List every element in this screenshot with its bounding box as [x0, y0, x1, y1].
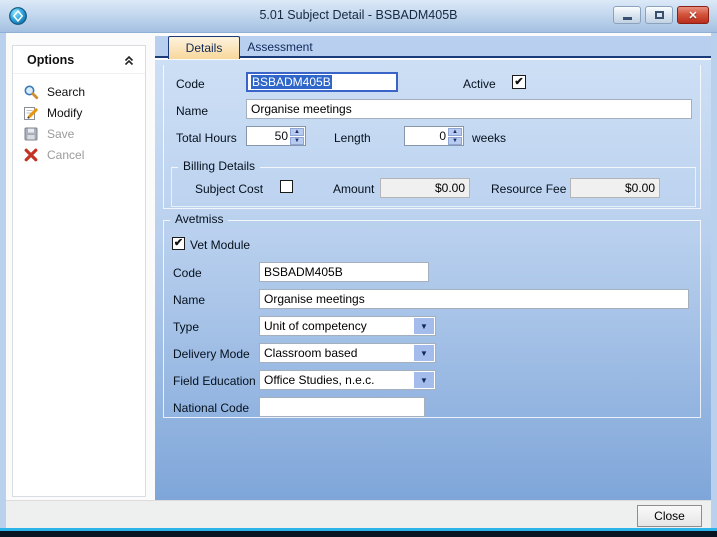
billing-details-legend: Billing Details — [178, 159, 260, 173]
title-bar: 5.01 Subject Detail - BSBADM405B ✕ — [0, 0, 717, 33]
dialog-client-area: Options Search — [6, 33, 711, 528]
amount-value: $0.00 — [435, 181, 465, 195]
options-panel: Options Search — [12, 45, 146, 497]
code-field[interactable]: BSBADM405B — [246, 72, 398, 92]
total-hours-spin-down-button[interactable]: ▼ — [290, 137, 304, 145]
avetmiss-name-value: Organise meetings — [264, 292, 365, 306]
avetmiss-legend: Avetmiss — [170, 212, 228, 226]
subject-cost-checkbox[interactable] — [280, 180, 293, 193]
maximize-icon — [655, 11, 664, 19]
avetmiss-name-label: Name — [173, 293, 205, 307]
options-item-save: Save — [23, 124, 137, 144]
options-panel-title: Options — [27, 53, 123, 67]
window-bottom-edge — [0, 531, 717, 537]
close-button[interactable]: Close — [637, 505, 702, 527]
check-icon: ✔ — [174, 238, 183, 249]
maximize-button[interactable] — [645, 6, 673, 24]
dialog-window: 5.01 Subject Detail - BSBADM405B ✕ Optio… — [0, 0, 717, 537]
options-item-label: Modify — [47, 106, 82, 120]
resource-fee-field: $0.00 — [570, 178, 660, 198]
close-window-button[interactable]: ✕ — [677, 6, 709, 24]
cancel-icon — [23, 147, 39, 163]
length-label: Length — [334, 131, 371, 145]
dialog-footer: Close — [6, 500, 711, 528]
vet-module-label: Vet Module — [190, 238, 250, 252]
weeks-suffix-label: weeks — [472, 131, 506, 145]
field-education-value: Office Studies, n.e.c. — [264, 373, 375, 387]
active-label: Active — [463, 77, 496, 91]
arrow-down-icon: ▼ — [294, 138, 300, 144]
length-field[interactable]: 0 ▲ ▼ — [404, 126, 464, 146]
vet-module-checkbox[interactable]: ✔ — [172, 237, 185, 250]
type-label: Type — [173, 320, 199, 334]
total-hours-label: Total Hours — [176, 131, 237, 145]
billing-details-group: Billing Details Subject Cost Amount $0.0… — [171, 167, 696, 207]
amount-field: $0.00 — [380, 178, 470, 198]
modify-icon — [23, 105, 39, 121]
window-controls: ✕ — [613, 6, 709, 24]
options-item-search[interactable]: Search — [23, 82, 137, 102]
arrow-down-icon: ▼ — [452, 138, 458, 144]
code-value-selected: BSBADM405B — [251, 75, 332, 89]
national-code-field[interactable] — [259, 397, 425, 417]
search-icon — [23, 84, 39, 100]
field-education-label: Field Education — [173, 374, 256, 388]
minimize-icon — [623, 17, 632, 20]
arrow-up-icon: ▲ — [452, 129, 458, 135]
arrow-up-icon: ▲ — [294, 129, 300, 135]
subject-cost-label: Subject Cost — [195, 182, 263, 196]
tab-assessment[interactable]: Assessment — [241, 36, 319, 58]
type-dropdown[interactable]: Unit of competency ▼ — [259, 316, 436, 336]
avetmiss-group: Avetmiss ✔ Vet Module Code BSBADM405B Na… — [163, 220, 701, 418]
code-label: Code — [176, 77, 205, 91]
resource-fee-label: Resource Fee — [491, 182, 566, 196]
resource-fee-value: $0.00 — [625, 181, 655, 195]
tab-page: Details Assessment Code BSBADM405B Activ… — [155, 36, 711, 500]
name-label: Name — [176, 104, 208, 118]
avetmiss-code-field[interactable]: BSBADM405B — [259, 262, 429, 282]
field-education-dropdown[interactable]: Office Studies, n.e.c. ▼ — [259, 370, 436, 390]
options-panel-header: Options — [13, 46, 145, 74]
national-code-label: National Code — [173, 401, 249, 415]
options-item-label: Search — [47, 85, 85, 99]
details-tab-content: Code BSBADM405B Active ✔ Name Organise m… — [155, 60, 711, 500]
avetmiss-name-field[interactable]: Organise meetings — [259, 289, 689, 309]
name-value: Organise meetings — [251, 102, 352, 116]
dropdown-arrow-icon[interactable]: ▼ — [414, 345, 434, 361]
tab-strip: Details Assessment — [155, 36, 711, 58]
avetmiss-code-value: BSBADM405B — [264, 265, 343, 279]
minimize-button[interactable] — [613, 6, 641, 24]
collapse-icon[interactable] — [123, 54, 135, 66]
delivery-mode-dropdown[interactable]: Classroom based ▼ — [259, 343, 436, 363]
length-spin-up-button[interactable]: ▲ — [448, 128, 462, 136]
options-item-label: Save — [47, 127, 74, 141]
length-value: 0 — [405, 129, 446, 143]
type-value: Unit of competency — [264, 319, 367, 333]
total-hours-value: 50 — [247, 129, 288, 143]
dropdown-arrow-icon[interactable]: ▼ — [414, 372, 434, 388]
dropdown-arrow-icon[interactable]: ▼ — [414, 318, 434, 334]
options-item-modify[interactable]: Modify — [23, 103, 137, 123]
window-title: 5.01 Subject Detail - BSBADM405B — [0, 8, 717, 22]
close-icon: ✕ — [688, 9, 697, 22]
subject-detail-group: Code BSBADM405B Active ✔ Name Organise m… — [163, 65, 701, 209]
options-item-label: Cancel — [47, 148, 84, 162]
active-checkbox[interactable]: ✔ — [512, 75, 526, 89]
amount-label: Amount — [333, 182, 374, 196]
delivery-mode-value: Classroom based — [264, 346, 357, 360]
options-item-cancel: Cancel — [23, 145, 137, 165]
save-icon — [23, 126, 39, 142]
check-icon: ✔ — [514, 77, 523, 88]
delivery-mode-label: Delivery Mode — [173, 347, 250, 361]
name-field[interactable]: Organise meetings — [246, 99, 692, 119]
length-spin-down-button[interactable]: ▼ — [448, 137, 462, 145]
total-hours-field[interactable]: 50 ▲ ▼ — [246, 126, 306, 146]
tab-details[interactable]: Details — [168, 36, 240, 59]
avetmiss-code-label: Code — [173, 266, 202, 280]
total-hours-spin-up-button[interactable]: ▲ — [290, 128, 304, 136]
